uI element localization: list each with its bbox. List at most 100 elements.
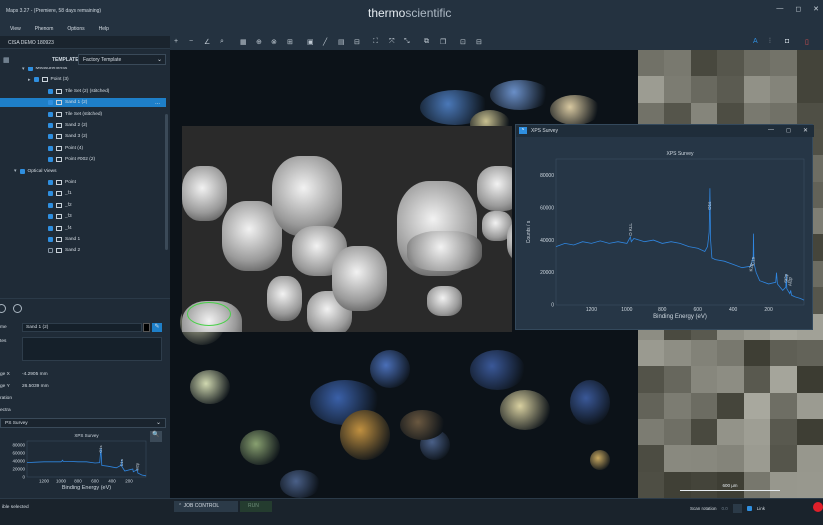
tree-item[interactable]: Tile Set (stitched): [0, 110, 166, 119]
grid-icon[interactable]: ▦: [3, 56, 10, 64]
tree-checkbox[interactable]: [48, 180, 53, 185]
text-tool-icon[interactable]: ⊟: [354, 38, 360, 46]
tree-item[interactable]: Point (4): [0, 144, 166, 153]
angle-icon[interactable]: ∠: [204, 38, 210, 46]
template-select[interactable]: Factory Template ⌄: [78, 54, 166, 65]
tree-item[interactable]: _f1: [0, 189, 166, 198]
tree-checkbox[interactable]: [48, 157, 53, 163]
chart-icon[interactable]: ⫶: [769, 38, 771, 46]
eyedropper-icon[interactable]: ✎: [152, 323, 162, 332]
tree-checkbox[interactable]: [48, 111, 53, 117]
x-tick-label: 200: [125, 479, 133, 484]
tree-checkbox[interactable]: [48, 191, 53, 197]
menu-phenom[interactable]: Phenom: [35, 26, 54, 32]
mosaic-tile: [743, 76, 772, 104]
job-control-button[interactable]: ⌃ JOB CONTROL: [174, 501, 238, 512]
grid-tool-icon[interactable]: ▦: [240, 38, 247, 46]
text-annotation-icon[interactable]: A: [753, 38, 758, 45]
crosshair-icon[interactable]: ⊗: [271, 38, 277, 46]
tree-checkbox[interactable]: [33, 77, 39, 83]
selection-ellipse[interactable]: [187, 302, 231, 326]
info-icon[interactable]: [0, 304, 6, 313]
menu-help[interactable]: Help: [99, 26, 109, 32]
run-button[interactable]: RUN: [240, 501, 272, 512]
zoom-icon[interactable]: ⌕: [220, 38, 224, 46]
collapse-icon[interactable]: ⤡: [404, 38, 410, 46]
link-checkbox[interactable]: [746, 506, 752, 511]
tree-checkbox[interactable]: [48, 123, 53, 128]
camera-icon[interactable]: ◘: [785, 38, 789, 45]
tree-item[interactable]: Sand 1 (2)...: [0, 98, 166, 108]
sand-grain: [470, 350, 525, 390]
tree-checkbox[interactable]: [48, 134, 53, 140]
tree-checkbox[interactable]: [19, 168, 25, 174]
maximize-button[interactable]: ◻: [795, 5, 801, 13]
layers-icon[interactable]: ⧉: [424, 38, 429, 46]
tree-item[interactable]: Sand 1: [0, 235, 166, 244]
expand-icon[interactable]: ⤧: [389, 38, 395, 46]
sem-image[interactable]: [182, 126, 512, 332]
menu-options[interactable]: Options: [67, 26, 84, 32]
fit-icon[interactable]: ⛶: [373, 38, 378, 46]
zoom-search-icon[interactable]: 🔍: [150, 431, 162, 442]
target-icon[interactable]: ⊕: [256, 38, 262, 46]
more-icon[interactable]: ...: [155, 100, 160, 106]
tree-checkbox[interactable]: [48, 225, 53, 231]
xps-minimize-button[interactable]: —: [768, 127, 774, 134]
tree-item[interactable]: Sand 2: [0, 246, 166, 255]
mosaic-tile: [770, 392, 798, 420]
tree-item[interactable]: Sand 3 (2): [0, 132, 166, 141]
y-tick-label: 80000: [12, 443, 25, 448]
tree-item[interactable]: ▾ Optical Views: [0, 167, 166, 176]
mosaic-tile: [664, 445, 692, 473]
tree-checkbox[interactable]: [48, 214, 53, 220]
tree-checkbox[interactable]: [48, 145, 53, 151]
tree-item[interactable]: _f2: [0, 201, 166, 210]
name-field[interactable]: Sand 1 (2): [22, 323, 142, 332]
tree-item[interactable]: ▸ Point (3): [0, 75, 166, 84]
tree-item[interactable]: ▾ Measurements: [0, 67, 166, 73]
mosaic-tile: [743, 445, 772, 473]
panel-icon[interactable]: ⊡: [460, 38, 466, 46]
tree-checkbox[interactable]: [48, 202, 53, 208]
document-icon[interactable]: ▤: [338, 38, 345, 46]
tree-item[interactable]: _f4: [0, 224, 166, 233]
xps-window-header[interactable]: N XPS Survey — ◻ ✕: [516, 125, 814, 137]
scan-rotation-value[interactable]: 0.0: [722, 506, 728, 511]
select-icon[interactable]: ▣: [307, 38, 314, 46]
copy-icon[interactable]: ❐: [440, 38, 446, 46]
tree-scrollbar[interactable]: [165, 114, 168, 250]
tree-checkbox[interactable]: [48, 248, 53, 254]
tree-item[interactable]: Point: [0, 178, 166, 187]
export-pdf-icon[interactable]: ▯: [805, 38, 809, 46]
tree-checkbox[interactable]: [48, 237, 53, 242]
frame-icon[interactable]: ⊞: [287, 38, 293, 46]
split-icon[interactable]: ⊟: [476, 38, 482, 46]
pen-icon[interactable]: ╱: [323, 38, 327, 46]
tree-item[interactable]: _f3: [0, 212, 166, 221]
tree-item[interactable]: Tile Set (2) (stitched): [0, 87, 166, 96]
record-icon[interactable]: [813, 502, 823, 512]
notes-field[interactable]: [22, 337, 162, 361]
xps-close-button[interactable]: ✕: [803, 127, 808, 134]
tree-item[interactable]: Point #002 (2): [0, 155, 166, 164]
mosaic-tile: [717, 392, 745, 420]
add-icon[interactable]: +: [174, 38, 178, 45]
tree-checkbox[interactable]: [27, 67, 33, 71]
rotate-icon[interactable]: [732, 504, 742, 513]
menu-view[interactable]: View: [10, 26, 21, 32]
chevron-down-icon[interactable]: ▾: [14, 168, 17, 174]
compass-icon[interactable]: [13, 304, 22, 313]
color-swatch[interactable]: [143, 323, 150, 332]
xps-maximize-button[interactable]: ◻: [786, 127, 791, 134]
tree-checkbox[interactable]: [48, 88, 53, 94]
close-button[interactable]: ✕: [813, 5, 819, 13]
chevron-right-icon[interactable]: ▸: [28, 77, 31, 83]
tree-checkbox[interactable]: [48, 100, 53, 106]
remove-icon[interactable]: −: [189, 38, 193, 45]
project-row[interactable]: CISA DEMO 180923: [0, 36, 170, 49]
xps-survey-window[interactable]: N XPS Survey — ◻ ✕ XPS Survey 1200 1000 800…: [515, 124, 814, 330]
tree-item[interactable]: Sand 2 (2): [0, 121, 166, 130]
chevron-down-icon[interactable]: ▾: [22, 67, 25, 72]
minimize-button[interactable]: —: [776, 5, 783, 13]
